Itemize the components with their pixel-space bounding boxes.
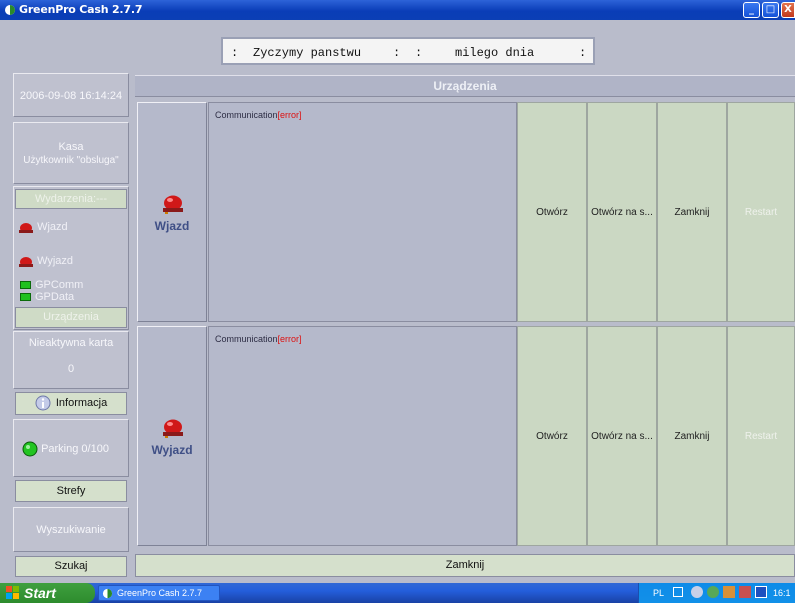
device-communication-panel: Communication[error]	[208, 102, 517, 322]
alarm-light-icon	[163, 419, 183, 438]
message-colon: :	[393, 46, 401, 60]
message-text-2: milego dnia	[455, 46, 535, 60]
keyboard-icon[interactable]	[673, 587, 683, 597]
taskbar: Start GreenPro Cash 2.7.7 PL 16:1	[0, 583, 795, 603]
app-icon	[102, 588, 113, 599]
device-row-wyjazd: Wyjazd Communication[error] Otwórz Otwór…	[135, 326, 795, 546]
comm-status: [error]	[277, 110, 302, 120]
alarm-light-icon	[163, 195, 183, 214]
events-button[interactable]: Wydarzenia:---	[15, 189, 127, 209]
status-label: GPData	[35, 291, 75, 303]
close-barrier-button[interactable]: Zamknij	[657, 326, 727, 546]
tray-icon[interactable]	[723, 586, 735, 598]
tray-icon[interactable]	[707, 586, 719, 598]
device-communication-panel: Communication[error]	[208, 326, 517, 546]
search-box: Wyszukiwanie	[13, 507, 129, 552]
window-title: GreenPro Cash 2.7.7	[19, 3, 143, 16]
parking-status-icon	[22, 441, 38, 457]
parking-box: Parking 0/100	[13, 419, 129, 477]
tray-icon[interactable]	[739, 586, 751, 598]
language-indicator[interactable]: PL	[653, 588, 664, 598]
status-item-gpdata: GPData	[20, 291, 83, 303]
minimize-button[interactable]: _	[743, 2, 760, 18]
message-text-1: Zyczymy panstwu	[253, 46, 362, 60]
inactive-card-label: Nieaktywna karta	[28, 337, 114, 349]
tray-icon[interactable]	[755, 586, 767, 598]
search-button[interactable]: Szukaj	[15, 556, 127, 577]
inactive-card-count: 0	[67, 363, 75, 375]
tray-icon[interactable]	[691, 586, 703, 598]
devices-button[interactable]: Urządzenia	[15, 307, 127, 328]
start-label: Start	[24, 585, 56, 601]
user-box: Kasa Użytkownik "obsluga"	[13, 122, 129, 184]
status-led-icon	[20, 281, 31, 290]
inactive-card-box: Nieaktywna karta 0	[13, 331, 129, 389]
event-label: Wjazd	[37, 221, 68, 233]
status-list: GPComm GPData	[20, 279, 83, 303]
event-item-wyjazd[interactable]: Wyjazd	[18, 255, 74, 268]
device-name: Wyjazd	[151, 443, 193, 457]
user-label: Użytkownik "obsluga"	[23, 155, 119, 166]
alarm-light-icon	[19, 257, 33, 268]
parking-label: Parking 0/100	[41, 443, 109, 455]
info-icon	[35, 395, 51, 411]
status-item-gpcomm: GPComm	[20, 279, 83, 291]
device-button-wjazd[interactable]: Wjazd	[137, 102, 207, 322]
status-led-icon	[20, 293, 31, 302]
event-item-wjazd[interactable]: Wjazd	[18, 221, 68, 234]
status-label: GPComm	[35, 279, 84, 291]
search-label: Wyszukiwanie	[36, 524, 106, 536]
kasa-label: Kasa	[58, 141, 84, 153]
open-permanently-button[interactable]: Otwórz na s...	[587, 102, 657, 322]
event-label: Wyjazd	[37, 255, 74, 267]
open-button[interactable]: Otwórz	[517, 326, 587, 546]
system-tray: PL 16:1	[638, 583, 795, 603]
datetime-display: 2006-09-08 16:14:24	[13, 73, 129, 117]
title-bar[interactable]: GreenPro Cash 2.7.7 _ □ X	[0, 0, 795, 20]
restart-button[interactable]: Restart	[727, 326, 795, 546]
info-button-label: Informacja	[55, 397, 108, 409]
device-row-wjazd: Wjazd Communication[error] Otwórz Otwórz…	[135, 102, 795, 322]
comm-status: [error]	[277, 334, 302, 344]
open-permanently-button[interactable]: Otwórz na s...	[587, 326, 657, 546]
app-icon	[5, 5, 15, 15]
datetime-text: 2006-09-08 16:14:24	[19, 90, 123, 102]
device-name: Wjazd	[154, 219, 190, 233]
zones-button[interactable]: Strefy	[15, 480, 127, 502]
maximize-button[interactable]: □	[762, 2, 779, 18]
open-button[interactable]: Otwórz	[517, 102, 587, 322]
device-button-wyjazd[interactable]: Wyjazd	[137, 326, 207, 546]
close-window-button[interactable]: Zamknij	[135, 554, 795, 577]
start-button[interactable]: Start	[0, 583, 95, 603]
message-colon: :	[415, 46, 423, 60]
close-button[interactable]: X	[781, 2, 795, 18]
message-bar: : Zyczymy panstwu : : milego dnia :	[221, 37, 595, 65]
comm-prefix: Communication	[215, 110, 278, 120]
restart-button[interactable]: Restart	[727, 102, 795, 322]
devices-header: Urządzenia	[135, 75, 795, 97]
close-barrier-button[interactable]: Zamknij	[657, 102, 727, 322]
taskbar-item-greenpro[interactable]: GreenPro Cash 2.7.7	[98, 585, 220, 601]
comm-prefix: Communication	[215, 334, 278, 344]
message-colon: :	[579, 46, 587, 60]
windows-logo-icon	[6, 586, 19, 599]
clock[interactable]: 16:1	[773, 588, 791, 598]
alarm-light-icon	[19, 223, 33, 234]
taskbar-item-label: GreenPro Cash 2.7.7	[117, 588, 203, 598]
message-colon: :	[231, 46, 239, 60]
info-button[interactable]: Informacja	[15, 392, 127, 415]
